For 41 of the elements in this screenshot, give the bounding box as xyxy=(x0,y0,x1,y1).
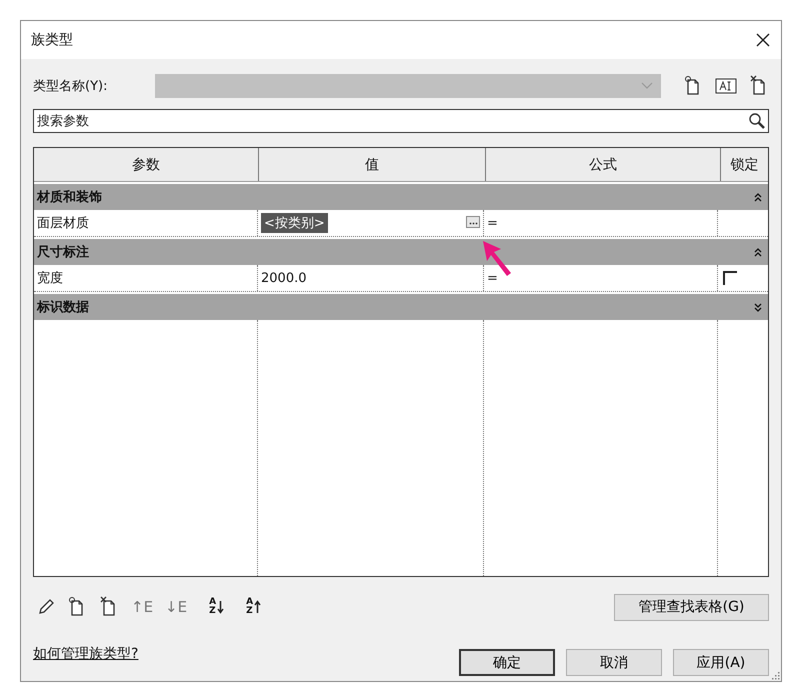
arrow-icon xyxy=(217,600,224,614)
move-button[interactable]: ↑E xyxy=(131,598,154,616)
field-label: 类型名称(Y): xyxy=(33,78,108,95)
lock-checkbox[interactable] xyxy=(723,271,737,285)
sort-descending-button[interactable]: A Z xyxy=(246,598,262,616)
group-header[interactable]: 标识数据 xyxy=(34,294,768,320)
formula-field[interactable]: = xyxy=(487,216,498,230)
chevron-down-icon xyxy=(641,82,653,90)
close-icon[interactable] xyxy=(755,32,771,48)
column-header[interactable]: 锁定 xyxy=(721,148,768,181)
expand-icon[interactable] xyxy=(754,302,762,312)
dialog-button[interactable]: 确定 xyxy=(459,649,555,676)
table-cell-text: 面层材质 xyxy=(37,215,89,232)
browse-button[interactable] xyxy=(466,216,480,228)
column-header[interactable]: 值 xyxy=(259,148,486,181)
group-header[interactable]: 材质和装饰 xyxy=(34,184,768,210)
sort-ascending-button[interactable]: A Z xyxy=(209,598,224,616)
window-title: 族类型 xyxy=(31,31,73,49)
formula-field[interactable]: = xyxy=(487,270,498,286)
column-header[interactable]: 参数 xyxy=(34,148,259,181)
help-link[interactable]: 如何管理族类型? xyxy=(33,644,138,662)
pencil-icon[interactable] xyxy=(37,598,55,616)
move-button[interactable]: ↓E xyxy=(165,598,188,616)
search-field[interactable]: 搜索参数 xyxy=(33,109,769,133)
group-header[interactable]: 尺寸标注 xyxy=(34,239,768,265)
group-label: 标识数据 xyxy=(37,299,89,316)
dialog-button[interactable]: 应用(A) xyxy=(673,649,769,676)
table-cell: <按类别> xyxy=(261,213,328,233)
table-cell-text: 宽度 xyxy=(37,270,63,287)
ellipsis-icon xyxy=(468,222,478,225)
lookup-tables-button[interactable]: 管理查找表格(G) xyxy=(614,594,769,620)
group-label: 材质和装饰 xyxy=(37,189,102,206)
collapse-icon[interactable] xyxy=(754,192,762,202)
dialog-button[interactable]: 取消 xyxy=(566,649,662,676)
value-field[interactable]: 2000.0 xyxy=(261,270,306,286)
rename-icon[interactable] xyxy=(715,77,737,95)
column-header[interactable]: 公式 xyxy=(486,148,721,181)
arrow-icon xyxy=(254,600,262,614)
collapse-icon[interactable] xyxy=(754,246,762,258)
search-icon[interactable] xyxy=(748,112,766,130)
group-label: 尺寸标注 xyxy=(37,244,89,261)
